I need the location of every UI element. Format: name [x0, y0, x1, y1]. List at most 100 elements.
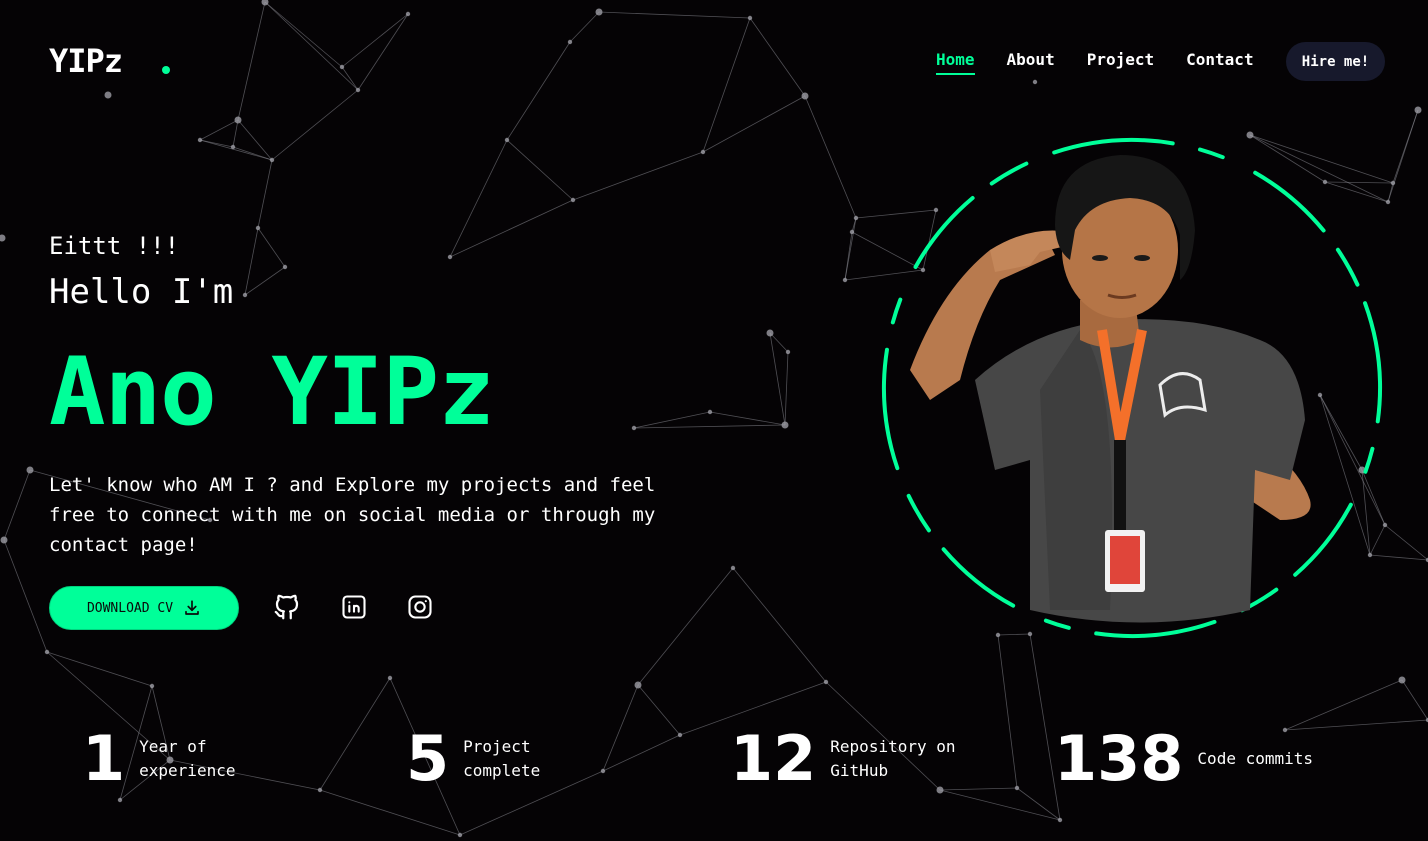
network-link [3, 469, 31, 541]
network-link [572, 151, 704, 201]
network-node [504, 137, 510, 143]
network-node [149, 683, 155, 689]
network-link [749, 17, 806, 97]
stat-repositories: 12 Repository on GitHub [730, 728, 960, 790]
stat-label: Code commits [1197, 749, 1314, 768]
network-node [230, 144, 236, 150]
hero-description: Let' know who AM I ? and Explore my proj… [49, 474, 656, 556]
network-link [939, 789, 1061, 821]
network-node [785, 349, 791, 355]
download-cv-button[interactable]: DOWNLOAD CV [49, 586, 239, 630]
network-link [633, 411, 711, 429]
instagram-icon [408, 595, 432, 619]
network-node [842, 277, 848, 283]
page: YIPz Home About Project Contact Hire me!… [0, 0, 1428, 841]
network-node [801, 92, 809, 100]
network-link [319, 789, 461, 836]
network-node [707, 409, 713, 415]
network-node [255, 225, 261, 231]
network-node [781, 421, 789, 429]
network-link [341, 13, 409, 68]
network-link [598, 11, 751, 19]
network-link [237, 1, 266, 121]
stat-projects: 5 Project complete [406, 728, 593, 790]
network-link [232, 119, 239, 148]
nav-about[interactable]: About [1007, 50, 1055, 75]
network-node [1398, 676, 1406, 684]
network-link [506, 139, 574, 201]
network-link [1284, 679, 1403, 731]
main-nav: Home About Project Contact [936, 50, 1254, 75]
network-link [449, 199, 574, 258]
network-node [631, 425, 637, 431]
network-link [319, 677, 391, 791]
linkedin-link[interactable] [337, 590, 371, 624]
network-node [677, 732, 683, 738]
network-node [282, 264, 288, 270]
stat-label: Year of experience [139, 737, 236, 780]
network-link [1401, 679, 1428, 721]
network-node [26, 466, 34, 474]
network-node [234, 116, 242, 124]
network-link [199, 119, 239, 141]
stat-label: Project complete [463, 737, 541, 780]
stat-number: 12 [730, 722, 817, 795]
network-link [257, 227, 286, 268]
network-link [199, 139, 273, 161]
site-logo[interactable]: YIPz [49, 42, 123, 80]
network-link [702, 17, 751, 153]
logo-dot [162, 66, 170, 74]
network-node [457, 832, 463, 838]
network-link [3, 539, 48, 653]
download-cv-label: DOWNLOAD CV [86, 600, 174, 616]
network-link [702, 95, 806, 153]
network-node [355, 87, 361, 93]
network-node [595, 8, 603, 16]
github-icon [274, 594, 299, 620]
network-link [784, 351, 789, 426]
github-link[interactable] [270, 590, 304, 624]
nav-project[interactable]: Project [1087, 50, 1154, 75]
network-node [1032, 79, 1038, 85]
network-node [570, 197, 576, 203]
nav-contact[interactable]: Contact [1186, 50, 1253, 75]
network-link [602, 684, 639, 772]
stat-number: 138 [1054, 722, 1184, 795]
network-node [730, 565, 736, 571]
network-link [997, 634, 1018, 789]
network-link [804, 95, 857, 219]
stat-commits: 138 Code commits [1054, 728, 1327, 790]
stat-experience: 1 Year of experience [82, 728, 269, 790]
network-node [567, 39, 573, 45]
network-node [269, 157, 275, 163]
network-link [244, 227, 259, 296]
hire-me-button[interactable]: Hire me! [1286, 42, 1385, 81]
network-node [600, 768, 606, 774]
network-link [506, 41, 571, 141]
nav-home[interactable]: Home [936, 50, 975, 75]
network-link [244, 266, 286, 296]
linkedin-icon [342, 595, 366, 619]
network-node [747, 15, 753, 21]
network-node [0, 234, 6, 242]
network-link [1387, 109, 1419, 203]
network-link [257, 159, 273, 229]
network-node [823, 679, 829, 685]
network-link [569, 11, 600, 43]
network-node [1057, 817, 1063, 823]
instagram-link[interactable] [403, 590, 437, 624]
network-link [449, 139, 508, 258]
hero-name: Ano YIPz [49, 338, 495, 447]
profile-photo [910, 155, 1311, 623]
network-node [853, 215, 859, 221]
stat-number: 5 [406, 722, 450, 795]
download-icon [185, 600, 199, 615]
network-node [1014, 785, 1020, 791]
network-node [849, 229, 855, 235]
network-node [117, 797, 123, 803]
network-link [46, 651, 153, 687]
network-node [766, 329, 774, 337]
network-link [732, 567, 827, 683]
hello-text: Hello I'm [49, 272, 234, 312]
network-link [341, 66, 359, 91]
